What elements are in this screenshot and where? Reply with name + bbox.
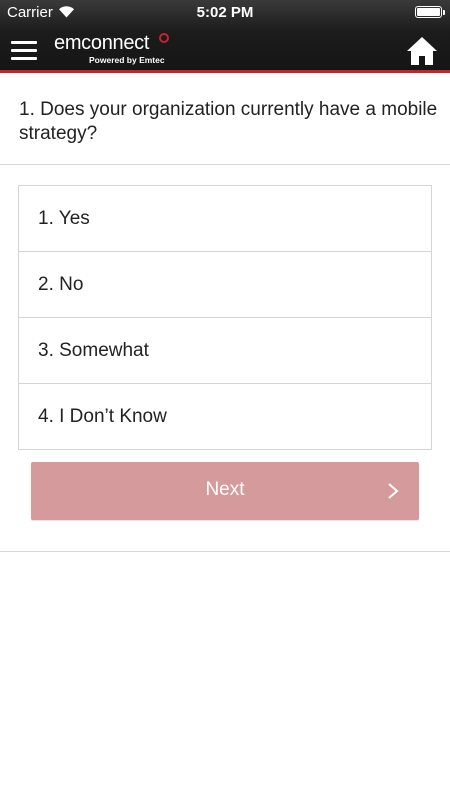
answer-option-label: 3. Somewhat (38, 340, 149, 361)
answer-option-label: 2. No (38, 274, 84, 295)
battery-icon (415, 6, 445, 18)
question-text: 1. Does your organization currently have… (19, 99, 438, 144)
hamburger-menu-icon[interactable] (11, 41, 37, 61)
chevron-right-icon (388, 483, 399, 499)
status-time: 5:02 PM (196, 4, 254, 21)
question-panel: 1. Does your organization currently have… (0, 76, 450, 165)
answer-option-no[interactable]: 2. No (19, 252, 431, 318)
answer-option-yes[interactable]: 1. Yes (19, 186, 431, 252)
answer-options-list: 1. Yes 2. No 3. Somewhat 4. I Don’t Know (18, 185, 432, 450)
logo-mark-icon (159, 33, 169, 43)
logo-subtitle: Powered by Emtec (89, 55, 165, 65)
home-icon[interactable] (405, 35, 439, 67)
answer-option-label: 4. I Don’t Know (38, 406, 167, 427)
app-logo: emconnect Powered by Emtec (54, 32, 174, 68)
next-button-label: Next (205, 479, 245, 500)
status-bar: Carrier 5:02 PM (0, 0, 450, 24)
next-button[interactable]: Next (31, 462, 419, 520)
app-header: Carrier 5:02 PM emconnect Powered by Emt… (0, 0, 450, 73)
answer-option-somewhat[interactable]: 3. Somewhat (19, 318, 431, 384)
answer-option-label: 1. Yes (38, 208, 90, 229)
content-divider (0, 551, 450, 552)
logo-text: emconnect (54, 32, 150, 54)
answer-option-dont-know[interactable]: 4. I Don’t Know (19, 384, 431, 450)
